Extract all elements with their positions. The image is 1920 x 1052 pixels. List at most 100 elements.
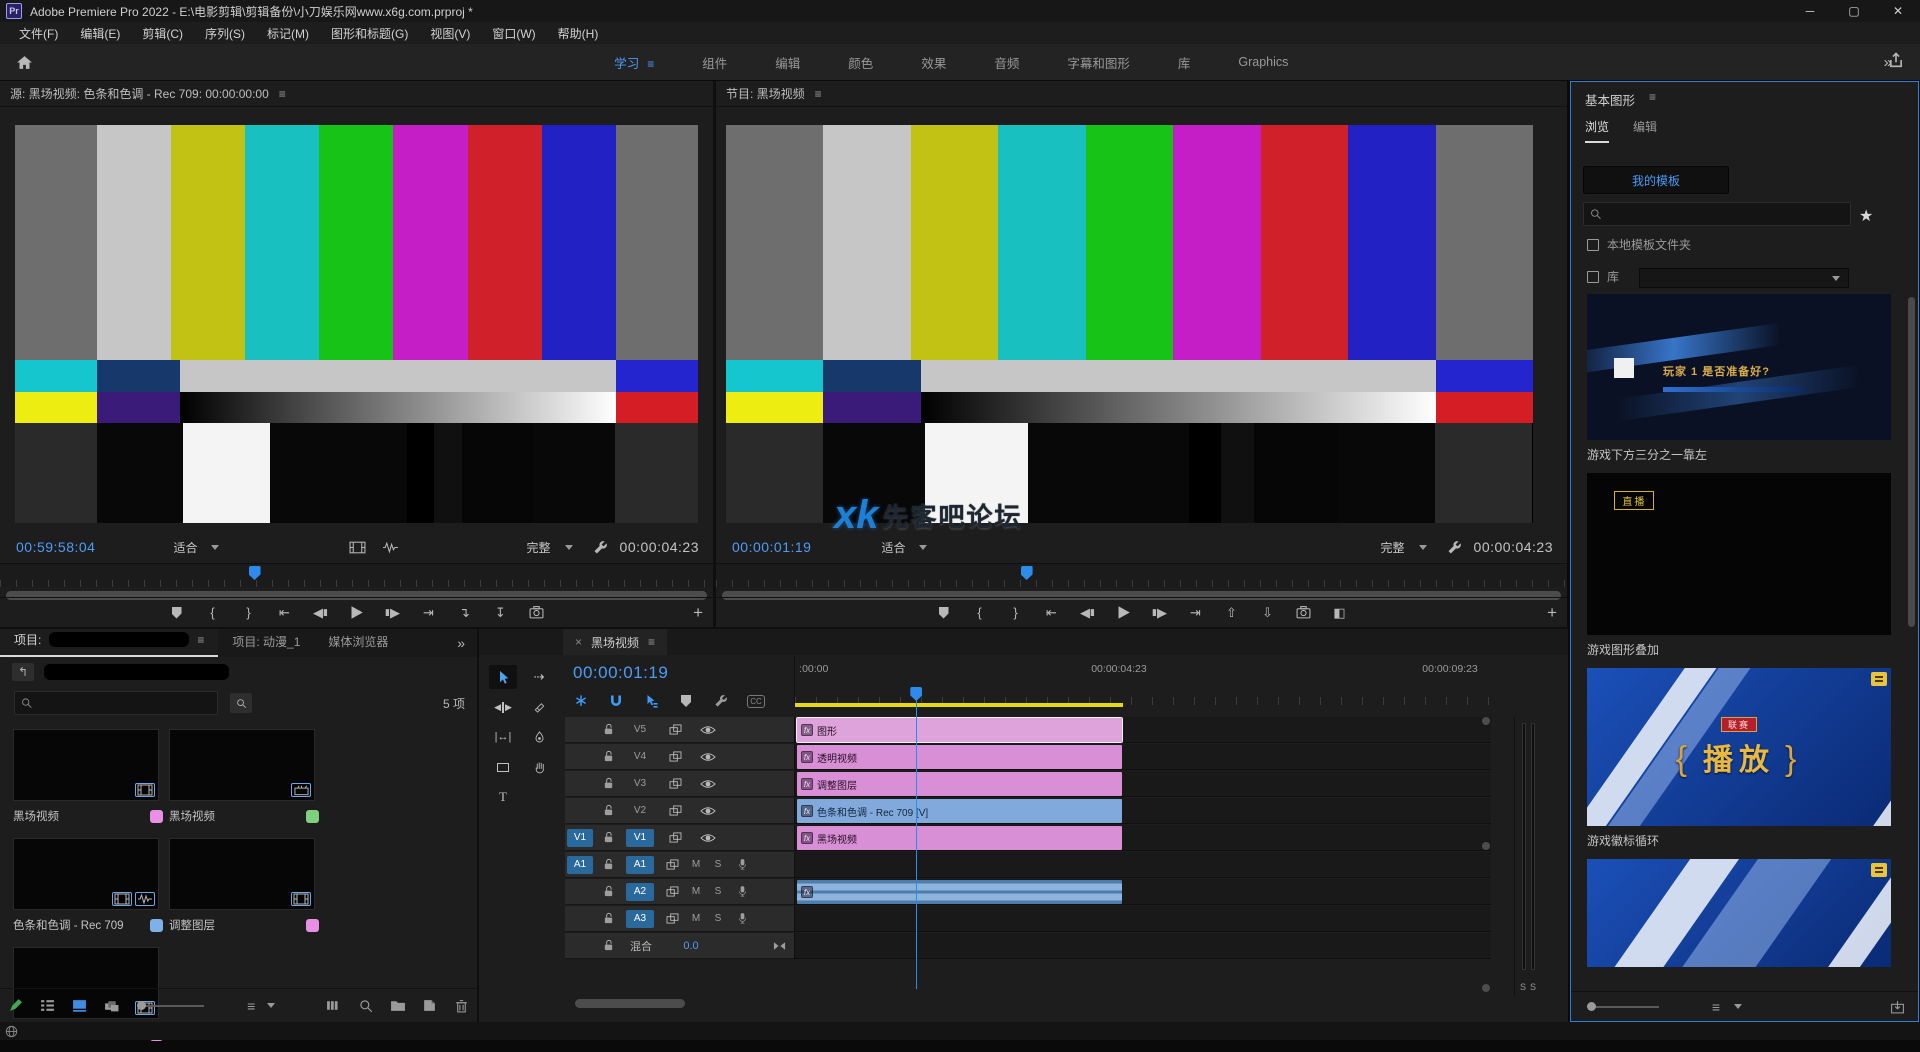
template-search-input[interactable] [1601, 206, 1844, 222]
meter-solo-right[interactable]: S [1530, 982, 1536, 992]
video-lane-V1[interactable]: fx黑场视频 [794, 825, 1491, 851]
timeline-vertical-scrollbar[interactable] [1482, 717, 1490, 992]
template-thumbnail[interactable]: 玩家 1 是否准备好? [1587, 294, 1891, 440]
sync-lock-icon[interactable] [659, 913, 685, 924]
panel-divider[interactable] [477, 629, 479, 1022]
workspace-tab-字幕和图形[interactable]: 字幕和图形 [1045, 47, 1152, 78]
source-patch[interactable]: V1 [565, 829, 595, 847]
panel-menu-icon[interactable]: ≡ [815, 87, 822, 101]
audio-lane-A3[interactable] [794, 906, 1491, 932]
sync-lock-icon[interactable] [659, 859, 685, 870]
trash-icon[interactable] [450, 995, 472, 1017]
razor-tool[interactable] [525, 695, 553, 719]
program-resolution-dropdown[interactable]: 完整 [1373, 537, 1435, 557]
video-lane-V4[interactable]: fx透明视频 [794, 744, 1491, 770]
voiceover-record-icon[interactable] [729, 912, 755, 926]
program-scrub-ruler[interactable] [716, 563, 1567, 587]
audio-track-header-A2[interactable]: A2MS [565, 879, 794, 905]
sync-lock-icon[interactable] [659, 751, 691, 762]
workspace-tab-颜色[interactable]: 颜色 [826, 47, 895, 78]
menu-图形和标题[interactable]: 图形和标题(G) [322, 23, 417, 44]
source-playhead[interactable] [249, 566, 261, 580]
quick-export-icon[interactable] [1888, 52, 1904, 68]
panel-menu-icon[interactable]: ≡ [1649, 90, 1656, 104]
tab-browse[interactable]: 浏览 [1585, 118, 1609, 143]
label-color-swatch[interactable] [150, 919, 163, 932]
sort-icon[interactable]: ≡ [1703, 996, 1729, 1018]
track-lock-icon[interactable] [595, 885, 621, 898]
track-name-V2[interactable]: V2 [621, 805, 659, 816]
label-color-swatch[interactable] [150, 810, 163, 823]
mark-out-button[interactable]: } [1003, 601, 1029, 625]
rect-tool[interactable] [489, 755, 517, 779]
meter-solo-left[interactable]: S [1520, 982, 1526, 992]
project-tab-媒体浏览器[interactable]: 媒体浏览器 [314, 627, 402, 657]
new-bin-icon[interactable] [387, 995, 409, 1017]
track-lock-icon[interactable] [595, 804, 621, 817]
new-item-icon[interactable] [418, 995, 440, 1017]
track-lock-icon[interactable] [595, 939, 621, 952]
go-to-in-button[interactable]: ⇤ [1039, 601, 1065, 625]
navigate-up-button[interactable]: ↰ [12, 663, 34, 681]
project-item[interactable]: 黑场视频 [169, 729, 319, 824]
track-lock-icon[interactable] [595, 912, 621, 925]
solo-button[interactable]: S [707, 859, 729, 870]
program-zoom-dropdown[interactable]: 适合 [873, 537, 935, 557]
panel-menu-icon[interactable]: ≡ [279, 87, 286, 101]
audio-lane-A2[interactable]: fx [794, 879, 1491, 905]
track-lock-icon[interactable] [595, 831, 621, 844]
settings-film-icon[interactable] [349, 541, 366, 554]
work-area-bar[interactable] [795, 703, 1123, 707]
button-editor-add-icon[interactable]: + [693, 603, 703, 623]
project-tab-项目: 动漫_1[interactable]: 项目: 动漫_1 [218, 627, 314, 657]
my-templates-button[interactable]: 我的模板 [1583, 166, 1729, 194]
checkbox[interactable] [1587, 271, 1599, 283]
template-card[interactable] [1587, 859, 1891, 967]
minimize-button[interactable]: ─ [1788, 0, 1832, 22]
project-tab-项目:[interactable]: 项目:≡ [0, 625, 218, 657]
project-item[interactable]: 调整图层 [169, 838, 319, 933]
timeline-ruler[interactable]: :00:0000:00:04:2300:00:09:23 [794, 657, 1491, 707]
captions-icon[interactable]: CC [746, 691, 766, 711]
step-back-button[interactable]: ◀▮ [308, 601, 334, 625]
track-name-V1[interactable]: V1 [621, 829, 659, 847]
export-frame-button[interactable] [524, 601, 550, 625]
library-dropdown[interactable] [1639, 268, 1849, 288]
source-patch-A1[interactable]: A1 [567, 856, 593, 874]
mark-out-button[interactable]: } [236, 601, 262, 625]
go-to-out-button[interactable]: ⇥ [416, 601, 442, 625]
play-button[interactable] [1111, 601, 1137, 625]
template-thumbnail[interactable]: 联赛{播放} [1587, 668, 1891, 826]
video-track-header-V1[interactable]: V1 V1 [565, 825, 794, 851]
search-bin-icon[interactable] [230, 693, 252, 713]
favorites-star-icon[interactable]: ★ [1859, 206, 1873, 226]
clip-透明视频[interactable]: fx透明视频 [797, 745, 1122, 769]
workspace-tab-效果[interactable]: 效果 [899, 47, 968, 78]
pen-tool[interactable] [525, 725, 553, 749]
panel-divider[interactable] [713, 81, 716, 627]
label-color-swatch[interactable] [306, 810, 319, 823]
program-video-frame[interactable] [726, 125, 1533, 523]
audio-track-header-A3[interactable]: A3MS [565, 906, 794, 932]
project-search-input[interactable] [32, 695, 211, 711]
sync-lock-icon[interactable] [659, 832, 691, 843]
source-video-frame[interactable] [15, 125, 698, 523]
insert-button[interactable]: ↴ [452, 601, 478, 625]
step-forward-button[interactable]: ▮▶ [380, 601, 406, 625]
project-item[interactable]: 黑场视频 [13, 729, 163, 824]
go-to-out-button[interactable]: ⇥ [1183, 601, 1209, 625]
maximize-button[interactable]: ▢ [1832, 0, 1876, 22]
timeline-tab[interactable]: × 黑场视频 ≡ [563, 629, 667, 655]
track-target-A3[interactable]: A3 [626, 910, 654, 928]
source-resolution-dropdown[interactable]: 完整 [519, 537, 581, 557]
sync-lock-icon[interactable] [659, 886, 685, 897]
freeform-view-icon[interactable] [100, 995, 122, 1017]
go-to-in-button[interactable]: ⇤ [272, 601, 298, 625]
mark-in-button[interactable]: { [200, 601, 226, 625]
overwrite-button[interactable]: ↧ [488, 601, 514, 625]
label-color-swatch[interactable] [306, 919, 319, 932]
chevron-down-icon[interactable] [267, 1003, 275, 1008]
track-lock-icon[interactable] [595, 750, 621, 763]
menu-视图[interactable]: 视图(V) [421, 23, 479, 44]
mute-button[interactable]: M [685, 913, 707, 924]
